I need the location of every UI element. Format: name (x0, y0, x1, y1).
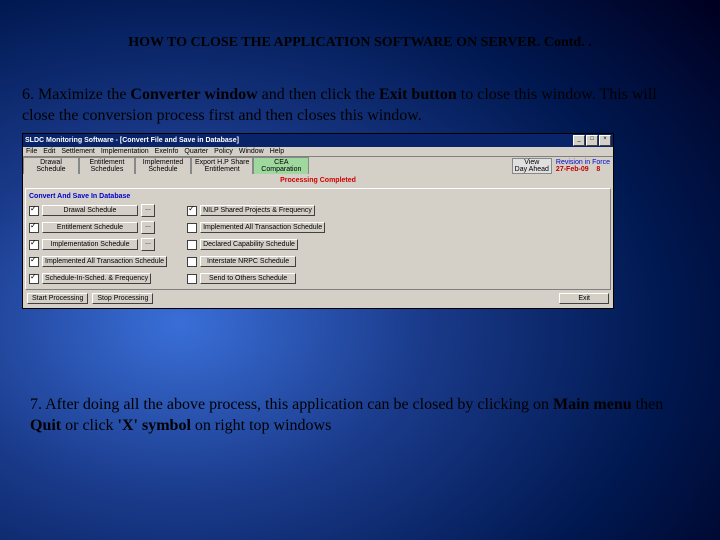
field-impl2[interactable]: Implemented All Transaction Schedule (200, 222, 325, 233)
converter-window: SLDC Monitoring Software - [Convert File… (22, 133, 614, 309)
titlebar: SLDC Monitoring Software - [Convert File… (23, 134, 613, 147)
field-interstate[interactable]: Interstate NRPC Schedule (200, 256, 296, 267)
start-processing-button[interactable]: Start Processing (27, 293, 88, 304)
menu-settlement[interactable]: Settlement (61, 148, 94, 155)
window-title: SLDC Monitoring Software - [Convert File… (25, 137, 239, 144)
dots-button[interactable]: ... (141, 238, 155, 251)
chk-send[interactable] (187, 274, 197, 284)
field-send[interactable]: Send to Others Schedule (200, 273, 296, 284)
chk-impl[interactable] (29, 240, 39, 250)
revision-label: Revision in Force (556, 159, 610, 166)
close-button[interactable]: × (599, 135, 611, 146)
dots-button[interactable]: ... (141, 204, 155, 217)
revision-block: Revision in Force 27-Feb-09 8 (556, 159, 610, 173)
step7-text: 7. After doing all the above process, th… (30, 395, 690, 437)
field-nilp[interactable]: NILP Shared Projects & Frequency (200, 205, 315, 216)
menu-window[interactable]: Window (239, 148, 264, 155)
menu-file[interactable]: File (26, 148, 37, 155)
chk-impl-all[interactable] (29, 257, 39, 267)
bottom-buttons: Start Processing Stop Processing Exit (27, 293, 609, 304)
tab-export[interactable]: Export H.P ShareEntitlement (191, 157, 253, 174)
chk-declared[interactable] (187, 240, 197, 250)
revision-number: 8 (596, 166, 600, 173)
chk-impl2[interactable] (187, 223, 197, 233)
tab-implemented[interactable]: ImplementedSchedule (135, 157, 191, 174)
chk-sched[interactable] (29, 274, 39, 284)
menu-policy[interactable]: Policy (214, 148, 233, 155)
chk-nilp[interactable] (187, 206, 197, 216)
convert-panel: Convert And Save In Database Drawal Sche… (25, 188, 611, 290)
field-drawal[interactable]: Drawal Schedule (42, 205, 138, 216)
panel-header: Convert And Save In Database (29, 192, 607, 203)
menu-implementation[interactable]: Implementation (101, 148, 149, 155)
view-day-ahead-button[interactable]: ViewDay Ahead (512, 158, 552, 174)
status-panel: ViewDay Ahead Revision in Force 27-Feb-0… (509, 157, 613, 175)
dots-button[interactable]: ... (141, 221, 155, 234)
processing-status: Processing Completed (23, 175, 613, 186)
menu-exeinfo[interactable]: ExeInfo (155, 148, 179, 155)
menubar: File Edit Settlement Implementation ExeI… (23, 147, 613, 157)
field-sched[interactable]: Schedule-In-Sched. & Frequency (42, 273, 151, 284)
tab-row: DrawalSchedule EntitlementSchedules Impl… (23, 157, 309, 174)
tab-drawal[interactable]: DrawalSchedule (23, 157, 79, 174)
tab-cea[interactable]: CEAComparation (253, 157, 309, 174)
revision-date: 27-Feb-09 (556, 166, 589, 173)
field-impl-all[interactable]: Implemented All Transaction Schedule (42, 256, 167, 267)
slide-title: HOW TO CLOSE THE APPLICATION SOFTWARE ON… (0, 35, 720, 51)
chk-interstate[interactable] (187, 257, 197, 267)
tab-entitlement[interactable]: EntitlementSchedules (79, 157, 135, 174)
step6-text: 6. Maximize the Converter window and the… (22, 85, 690, 127)
chk-drawal[interactable] (29, 206, 39, 216)
field-entitlement[interactable]: Entitlement Schedule (42, 222, 138, 233)
field-impl[interactable]: Implementation Schedule (42, 239, 138, 250)
field-declared[interactable]: Declared Capability Schedule (200, 239, 298, 250)
stop-processing-button[interactable]: Stop Processing (92, 293, 153, 304)
maximize-button[interactable]: □ (586, 135, 598, 146)
minimize-button[interactable]: _ (573, 135, 585, 146)
left-column: Drawal Schedule... Entitlement Schedule.… (29, 203, 167, 286)
menu-edit[interactable]: Edit (43, 148, 55, 155)
right-column: NILP Shared Projects & Frequency Impleme… (187, 203, 325, 286)
menu-help[interactable]: Help (270, 148, 284, 155)
exit-button[interactable]: Exit (559, 293, 609, 304)
chk-entitlement[interactable] (29, 223, 39, 233)
menu-quarter[interactable]: Quarter (184, 148, 208, 155)
